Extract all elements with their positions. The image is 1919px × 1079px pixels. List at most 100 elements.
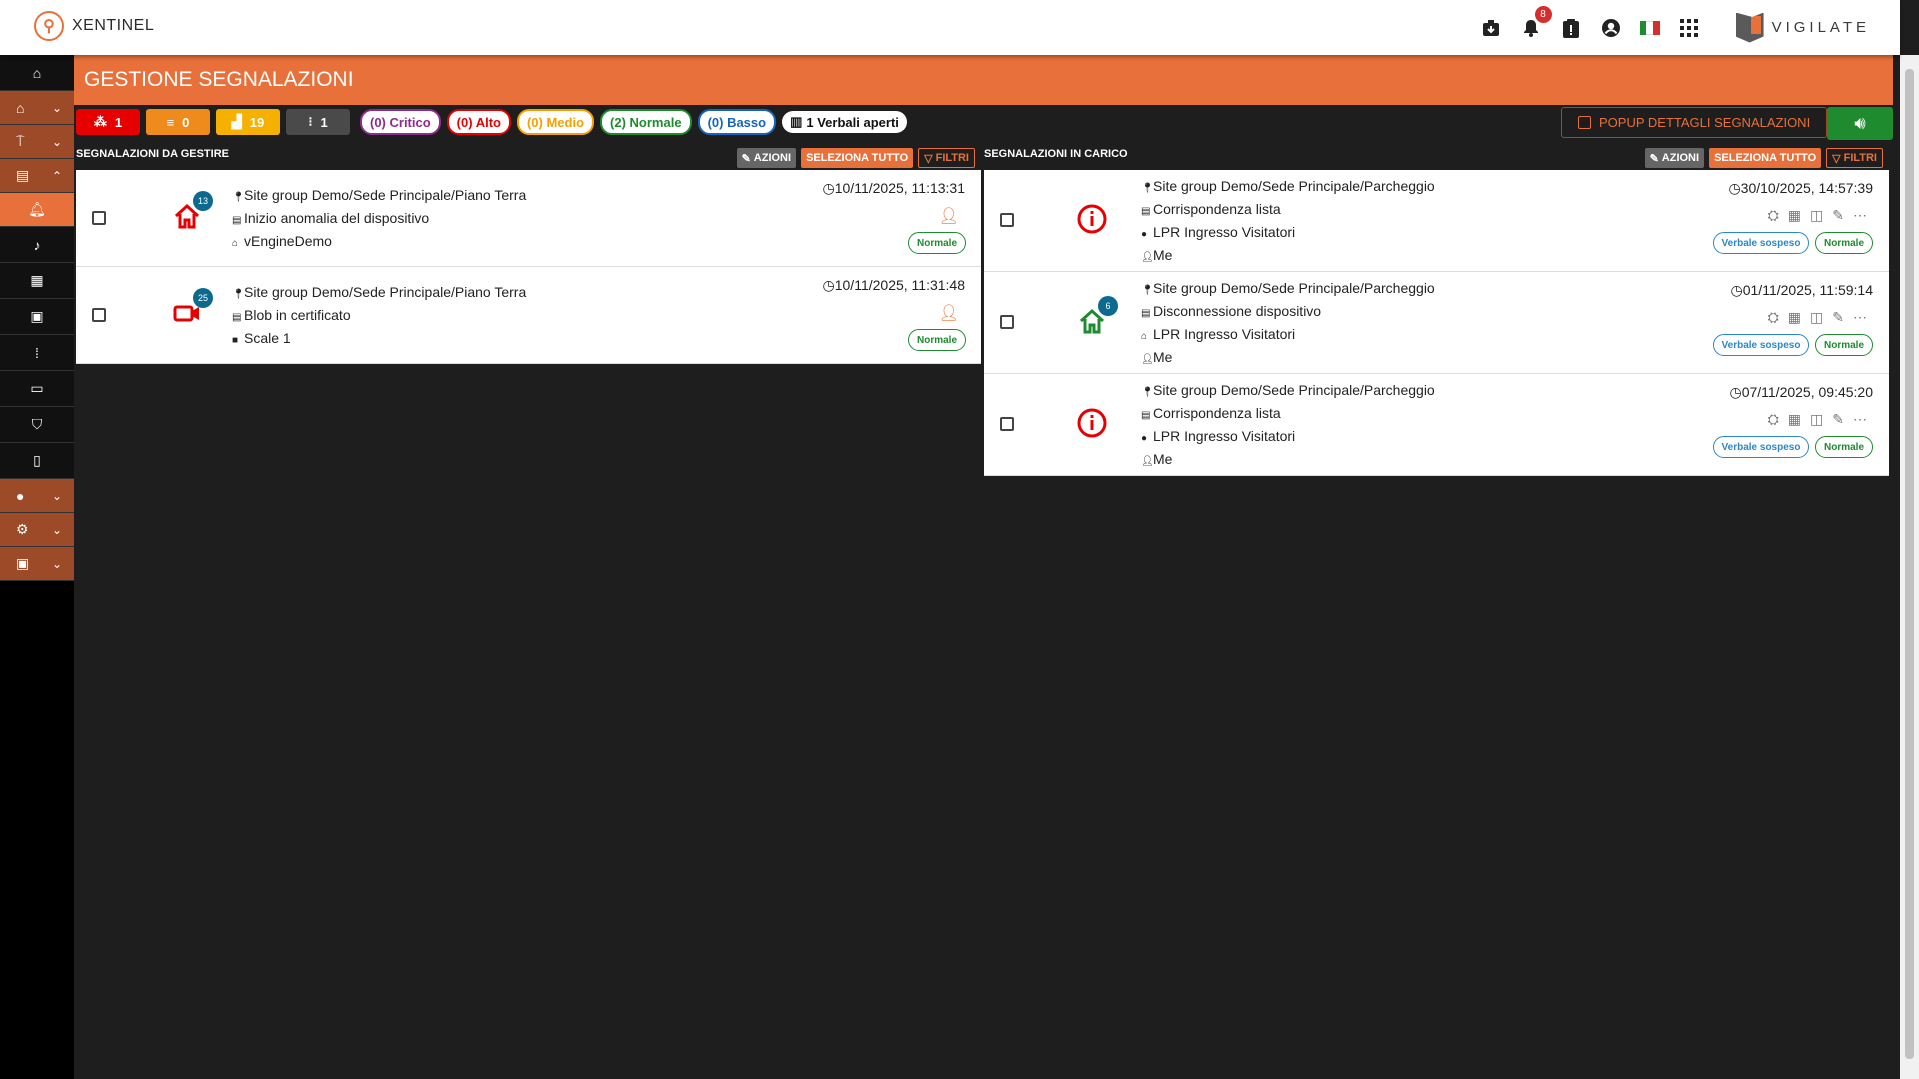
counter-critical[interactable]: ⁂ 1: [76, 109, 140, 135]
lpr-icon: ▣: [30, 308, 44, 324]
card-user: Me: [1153, 451, 1173, 467]
counter-signal[interactable]: ▟ 19: [216, 109, 280, 135]
more-icon[interactable]: ⋯: [1853, 411, 1867, 428]
more-icon[interactable]: ⋯: [1853, 207, 1867, 224]
verbali-aperti-button[interactable]: ▥ 1 Verbali aperti: [782, 111, 907, 133]
card-timestamp-row: ◷10/11/2025, 11:31:48: [823, 277, 965, 294]
priority-basso[interactable]: (0) Basso: [697, 109, 777, 135]
clock-icon: ◷: [1729, 384, 1742, 400]
edit-doc-icon[interactable]: ✎: [1832, 207, 1844, 224]
popup-details-toggle[interactable]: POPUP DETTAGLI SEGNALAZIONI: [1561, 107, 1827, 138]
table-icon[interactable]: ▦: [1788, 207, 1801, 224]
sidebar-toolbox[interactable]: ▣ ⌄: [0, 547, 74, 581]
sound-toggle-button[interactable]: 🔊︎: [1827, 107, 1893, 140]
document-icon: ▤: [232, 312, 242, 323]
sidebar-reports[interactable]: ▤ ⌃: [0, 159, 74, 193]
info-circle-icon: [1077, 204, 1107, 234]
filters-button[interactable]: ▽ FILTRI: [918, 148, 975, 168]
card-timestamp: 07/11/2025, 09:45:20: [1741, 384, 1873, 400]
priority-normale[interactable]: (2) Normale: [600, 109, 692, 135]
alert-clipboard-icon[interactable]: [1560, 17, 1582, 39]
card-description-row: ▤ Disconnessione dispositivo: [1141, 301, 1435, 324]
alert-card[interactable]: 25 📍︎Site group Demo/Sede Principale/Pia…: [76, 267, 981, 364]
card-source: LPR Ingresso Visitatori: [1153, 224, 1296, 240]
sidebar-alarms[interactable]: 🔔︎: [0, 193, 74, 227]
sidebar-notifications[interactable]: ♪: [0, 227, 74, 263]
sidebar-toggle[interactable]: ● ⌄: [0, 479, 74, 513]
edit-doc-icon[interactable]: ✎: [1832, 411, 1844, 428]
chevron-down-icon: ⌄: [51, 100, 62, 115]
app-logo[interactable]: ⚲ XENTINEL: [34, 11, 154, 41]
card-checkbox[interactable]: [1000, 315, 1014, 329]
scrollbar-thumb[interactable]: [1905, 69, 1914, 1059]
alert-card[interactable]: 13 📍︎Site group Demo/Sede Principale/Pia…: [76, 170, 981, 267]
priority-tag: Normale: [1815, 232, 1873, 254]
satellite-icon[interactable]: ⛭: [1768, 309, 1779, 326]
priority-alto[interactable]: (0) Alto: [446, 109, 511, 135]
card-description: Inizio anomalia del dispositivo: [244, 210, 430, 226]
table-icon[interactable]: ▦: [1788, 309, 1801, 326]
status-tag: Verbale sospeso: [1713, 436, 1809, 458]
actions-button[interactable]: ✎ AZIONI: [736, 148, 797, 168]
card-user: Me: [1153, 247, 1173, 263]
actions-button[interactable]: ✎ AZIONI: [1644, 148, 1705, 168]
select-all-button[interactable]: SELEZIONA TUTTO: [1709, 148, 1822, 168]
sidebar-shield[interactable]: ⛉: [0, 407, 74, 443]
column-title: SEGNALAZIONI IN CARICO: [984, 148, 1128, 160]
card-source-row: ⌂ LPR Ingresso Visitatori: [1141, 324, 1435, 347]
apps-grid-icon[interactable]: [1678, 17, 1700, 39]
status-tag: Verbale sospeso: [1713, 334, 1809, 356]
card-checkbox[interactable]: [92, 211, 106, 225]
sidebar-camera-box[interactable]: ▭: [0, 371, 74, 407]
counter-server[interactable]: ≡ 0: [146, 109, 210, 135]
popup-details-checkbox[interactable]: [1578, 116, 1591, 129]
take-charge-icon[interactable]: 👤︎: [939, 206, 959, 226]
card-location: Site group Demo/Sede Principale/Piano Te…: [244, 284, 527, 300]
xentinel-logo-icon: ⚲: [34, 11, 64, 41]
column-title: SEGNALAZIONI DA GESTIRE: [76, 148, 229, 160]
map-icon[interactable]: ◫: [1810, 411, 1823, 428]
column-in-charge: SEGNALAZIONI IN CARICO ✎ AZIONI SELEZIONA…: [984, 145, 1889, 476]
sidebar-sites[interactable]: ⌂ ⌄: [0, 91, 74, 125]
sidebar-antenna[interactable]: ⍑ ⌄: [0, 125, 74, 159]
alert-card[interactable]: 📍︎Site group Demo/Sede Principale/Parche…: [984, 170, 1889, 272]
map-icon[interactable]: ◫: [1810, 207, 1823, 224]
counter-unknown[interactable]: ⁝ 1: [286, 109, 350, 135]
actions-label: AZIONI: [753, 152, 792, 164]
download-box-icon[interactable]: [1480, 17, 1502, 39]
take-charge-icon[interactable]: 👤︎: [939, 303, 959, 323]
card-checkbox[interactable]: [1000, 417, 1014, 431]
priority-medio[interactable]: (0) Medio: [516, 109, 595, 135]
edit-doc-icon[interactable]: ✎: [1832, 309, 1844, 326]
notifications-bell-icon[interactable]: 8: [1520, 5, 1552, 39]
satellite-icon[interactable]: ⛭: [1768, 411, 1779, 428]
priority-critico[interactable]: (0) Critico: [360, 109, 441, 135]
card-checkbox[interactable]: [1000, 213, 1014, 227]
card-source: Scale 1: [244, 330, 291, 346]
table-icon[interactable]: ▦: [1788, 411, 1801, 428]
select-all-button[interactable]: SELEZIONA TUTTO: [801, 148, 914, 168]
sidebar-lpr[interactable]: ▣: [0, 299, 74, 335]
page-scrollbar[interactable]: [1900, 55, 1919, 1079]
clock-icon: ◷: [822, 277, 835, 293]
chevron-down-icon: ⌄: [51, 522, 62, 537]
info-small-icon: ●: [1141, 229, 1148, 240]
alert-card[interactable]: 📍︎Site group Demo/Sede Principale/Parche…: [984, 374, 1889, 476]
card-actions: ⛭ ▦ ◫ ✎ ⋯: [1768, 309, 1867, 326]
more-icon[interactable]: ⋯: [1853, 309, 1867, 326]
card-user-row: 👤︎Me: [1141, 449, 1435, 472]
alert-card[interactable]: 6 📍︎Site group Demo/Sede Principale/Parc…: [984, 272, 1889, 374]
sidebar-file-search[interactable]: ▯: [0, 443, 74, 479]
brand-name: VIGILATE: [1771, 19, 1870, 36]
filters-button[interactable]: ▽ FILTRI: [1826, 148, 1883, 168]
sidebar-documents[interactable]: ▦: [0, 263, 74, 299]
card-checkbox[interactable]: [92, 308, 106, 322]
sidebar-settings[interactable]: ⚙ ⌄: [0, 513, 74, 547]
italy-flag-icon[interactable]: [1639, 20, 1660, 35]
sidebar-home[interactable]: ⌂: [0, 55, 74, 91]
satellite-icon[interactable]: ⛭: [1768, 207, 1779, 224]
account-circle-icon[interactable]: [1600, 17, 1622, 39]
sidebar-grid[interactable]: ⁞: [0, 335, 74, 371]
toggle-icon: ●: [16, 487, 25, 504]
map-icon[interactable]: ◫: [1810, 309, 1823, 326]
